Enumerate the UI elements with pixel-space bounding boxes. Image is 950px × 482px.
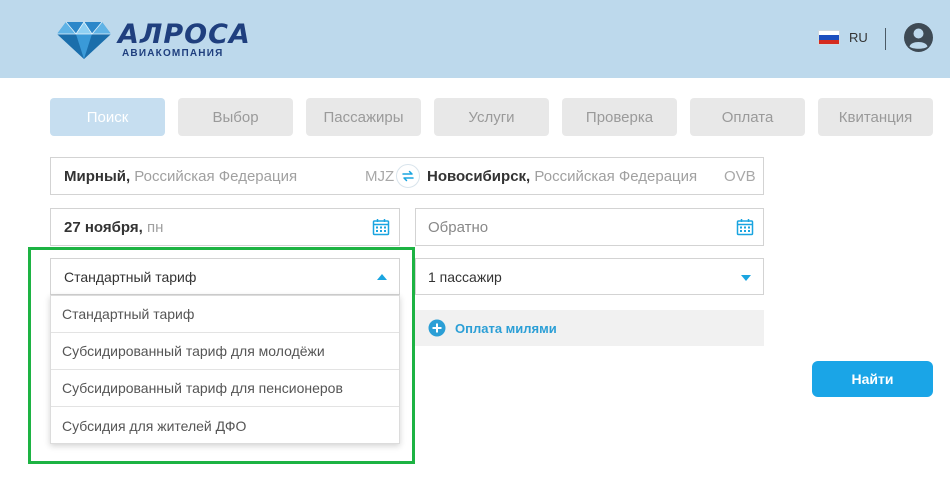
destination-input[interactable]: Новосибирск, Российская Федерация <box>427 168 697 185</box>
swap-arrows-icon <box>402 170 414 182</box>
tariff-option-youth[interactable]: Субсидированный тариф для молодёжи <box>51 333 399 370</box>
airline-logo[interactable]: АЛРОСА АВИАКОМПАНИЯ <box>56 20 251 60</box>
tariff-selected-value: Стандартный тариф <box>64 269 197 285</box>
pay-with-miles-label: Оплата милями <box>455 320 557 336</box>
tariff-option-far-east[interactable]: Субсидия для жителей ДФО <box>51 407 399 444</box>
user-account-icon[interactable] <box>903 22 934 53</box>
tariff-option-standard[interactable]: Стандартный тариф <box>51 296 399 333</box>
step-review[interactable]: Проверка <box>562 98 677 136</box>
caret-up-icon <box>377 274 387 280</box>
destination-code: OVB <box>724 168 756 185</box>
origin-country: Российская Федерация <box>130 168 298 185</box>
header: АЛРОСА АВИАКОМПАНИЯ RU <box>0 0 950 78</box>
pay-with-miles-toggle[interactable]: Оплата милями <box>415 310 764 346</box>
departure-weekday: пн <box>142 219 164 236</box>
origin-input[interactable]: Мирный, Российская Федерация <box>64 168 297 185</box>
step-payment[interactable]: Оплата <box>690 98 805 136</box>
passengers-value: 1 пассажир <box>428 269 502 285</box>
caret-down-icon <box>741 275 751 281</box>
diamond-logo-icon <box>57 21 111 59</box>
tariff-dropdown-list: Стандартный тариф Субсидированный тариф … <box>50 295 400 444</box>
booking-steps: Поиск Выбор Пассажиры Услуги Проверка Оп… <box>50 98 933 136</box>
calendar-icon[interactable] <box>736 218 754 236</box>
step-passengers[interactable]: Пассажиры <box>306 98 421 136</box>
language-label: RU <box>849 30 868 45</box>
departure-date-value: 27 ноября, пн <box>64 219 163 236</box>
departure-date-field[interactable]: 27 ноября, пн <box>50 208 400 246</box>
step-receipt[interactable]: Квитанция <box>818 98 933 136</box>
route-field: Мирный, Российская Федерация MJZ Новосиб… <box>50 157 764 195</box>
plus-circle-icon <box>428 319 446 337</box>
return-date-placeholder: Обратно <box>428 219 489 236</box>
destination-city: Новосибирск, <box>427 168 531 185</box>
step-select[interactable]: Выбор <box>178 98 293 136</box>
destination-country: Российская Федерация <box>530 168 698 185</box>
step-services[interactable]: Услуги <box>434 98 549 136</box>
find-flights-button[interactable]: Найти <box>812 361 933 397</box>
origin-code: MJZ <box>365 168 395 185</box>
step-search[interactable]: Поиск <box>50 98 165 136</box>
russia-flag-icon <box>818 30 840 45</box>
departure-day: 27 ноября, <box>64 219 143 236</box>
tariff-option-pensioners[interactable]: Субсидированный тариф для пенсионеров <box>51 370 399 407</box>
language-selector[interactable]: RU <box>818 30 868 45</box>
passengers-select[interactable]: 1 пассажир <box>415 258 764 295</box>
tariff-select[interactable]: Стандартный тариф <box>50 258 400 295</box>
logo-name: АЛРОСА <box>118 19 251 50</box>
calendar-icon[interactable] <box>372 218 390 236</box>
swap-route-button[interactable] <box>396 164 420 188</box>
header-divider <box>885 28 886 50</box>
return-date-field[interactable]: Обратно <box>415 208 764 246</box>
origin-city: Мирный, <box>64 168 131 185</box>
